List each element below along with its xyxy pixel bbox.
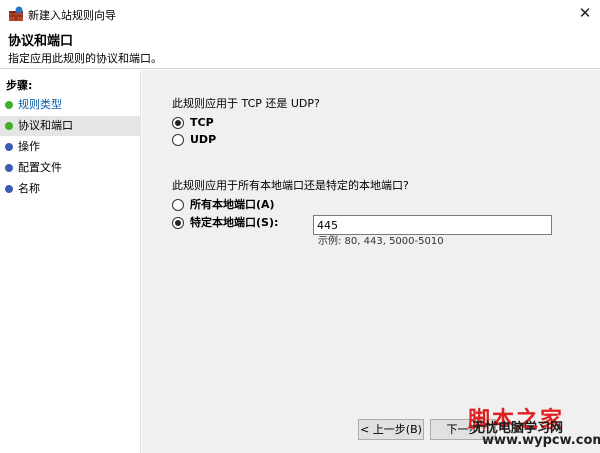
tcp-label: TCP <box>190 116 214 129</box>
step-label: 名称 <box>18 182 40 195</box>
specific-ports-label: 特定本地端口(S): <box>190 216 279 229</box>
page-title: 协议和端口 <box>8 34 74 49</box>
firewall-icon <box>9 6 23 21</box>
all-ports-radio[interactable] <box>172 199 184 211</box>
close-icon: ✕ <box>578 4 592 22</box>
steps-title: 步骤: <box>6 79 33 92</box>
step-complete-icon <box>5 101 13 109</box>
page-subtitle: 指定应用此规则的协议和端口。 <box>8 52 162 65</box>
step-label: 规则类型 <box>18 98 62 111</box>
step-label: 配置文件 <box>18 161 62 174</box>
watermark-url: www.wypcw.com <box>482 433 600 448</box>
wizard-content: 此规则应用于 TCP 还是 UDP? TCP UDP 此规则应用于所有本地端口还… <box>142 70 600 453</box>
step-pending-icon <box>5 164 13 172</box>
step-profile[interactable]: 配置文件 <box>0 158 140 178</box>
port-question: 此规则应用于所有本地端口还是特定的本地端口? <box>172 179 409 192</box>
window-title: 新建入站规则向导 <box>28 9 116 22</box>
close-button[interactable]: ✕ <box>570 0 600 28</box>
step-label: 协议和端口 <box>18 119 73 132</box>
title-bar: 新建入站规则向导 ✕ <box>0 0 600 28</box>
all-ports-label: 所有本地端口(A) <box>190 198 275 211</box>
specific-ports-radio[interactable] <box>172 217 184 229</box>
step-current-icon <box>5 122 13 130</box>
step-protocol-and-ports[interactable]: 协议和端口 <box>0 116 140 136</box>
wizard-header: 协议和端口 指定应用此规则的协议和端口。 <box>0 28 600 69</box>
step-pending-icon <box>5 185 13 193</box>
tcp-radio[interactable] <box>172 117 184 129</box>
steps-sidebar: 步骤: 规则类型 协议和端口 操作 配置文件 名称 <box>0 70 141 453</box>
protocol-question: 此规则应用于 TCP 还是 UDP? <box>172 97 320 110</box>
udp-radio[interactable] <box>172 134 184 146</box>
step-label: 操作 <box>18 140 40 153</box>
step-action[interactable]: 操作 <box>0 137 140 157</box>
back-button[interactable]: < 上一步(B) <box>358 419 424 440</box>
udp-label: UDP <box>190 133 217 146</box>
step-pending-icon <box>5 143 13 151</box>
step-rule-type[interactable]: 规则类型 <box>0 95 140 115</box>
port-example-text: 示例: 80, 443, 5000-5010 <box>318 236 444 247</box>
step-name[interactable]: 名称 <box>0 179 140 199</box>
